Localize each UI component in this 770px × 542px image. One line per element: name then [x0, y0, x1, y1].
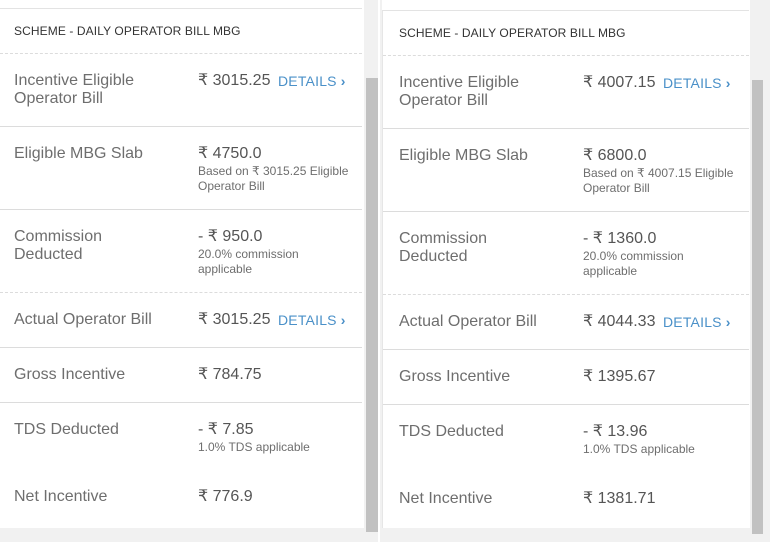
row-tds-deducted: TDS Deducted - ₹ 7.85 1.0% TDS applicabl… [0, 402, 362, 470]
row-amount: - ₹ 7.85 [198, 421, 254, 438]
row-label: Actual Operator Bill [399, 313, 537, 330]
scheme-title: SCHEME - DAILY OPERATOR BILL MBG [14, 24, 241, 38]
card-footer-strip [382, 528, 750, 542]
incentive-panel-right: SCHEME - DAILY OPERATOR BILL MBG Incenti… [382, 0, 770, 542]
chevron-right-icon: › [340, 312, 346, 328]
scrollbar-thumb[interactable] [366, 78, 378, 532]
scheme-card: SCHEME - DAILY OPERATOR BILL MBG Incenti… [382, 10, 749, 530]
scrollbar[interactable] [750, 0, 770, 542]
details-label: DETAILS [663, 75, 722, 91]
scheme-card: SCHEME - DAILY OPERATOR BILL MBG Incenti… [0, 8, 362, 528]
details-link[interactable]: DETAILS › [278, 73, 346, 89]
row-net-incentive: Net Incentive ₹ 1381.71 [383, 472, 749, 530]
row-label: Eligible MBG Slab [399, 147, 528, 164]
card-footer-strip [0, 528, 364, 542]
row-amount: ₹ 776.9 [198, 488, 253, 505]
row-gross-incentive: Gross Incentive ₹ 1395.67 [383, 349, 749, 404]
chevron-right-icon: › [725, 314, 731, 330]
row-amount: - ₹ 13.96 [583, 423, 648, 440]
row-amount: ₹ 6800.0 [583, 147, 647, 164]
details-label: DETAILS [278, 73, 337, 89]
row-amount: - ₹ 950.0 [198, 228, 263, 245]
details-link[interactable]: DETAILS › [663, 75, 731, 91]
row-amount: ₹ 4750.0 [198, 145, 262, 162]
row-tds-deducted: TDS Deducted - ₹ 13.96 1.0% TDS applicab… [383, 404, 749, 472]
row-note: 1.0% TDS applicable [198, 440, 310, 454]
row-note: 1.0% TDS applicable [583, 442, 695, 456]
row-eligible-mbg-slab: Eligible MBG Slab ₹ 6800.0 Based on ₹ 40… [383, 128, 749, 211]
scrollbar-thumb[interactable] [752, 80, 763, 534]
row-label: Gross Incentive [399, 368, 511, 385]
details-label: DETAILS [278, 312, 337, 328]
row-actual-operator-bill: Actual Operator Bill ₹ 4044.33 DETAILS › [383, 294, 749, 349]
row-incentive-eligible-operator-bill: Incentive Eligible Operator Bill ₹ 3015.… [0, 53, 362, 126]
row-label: Incentive Eligible Operator Bill [14, 72, 135, 107]
row-label: TDS Deducted [399, 423, 504, 440]
scheme-title: SCHEME - DAILY OPERATOR BILL MBG [399, 26, 626, 40]
details-label: DETAILS [663, 314, 722, 330]
row-incentive-eligible-operator-bill: Incentive Eligible Operator Bill ₹ 4007.… [383, 55, 749, 128]
row-label: Commission Deducted [14, 228, 103, 263]
row-label: TDS Deducted [14, 421, 119, 438]
row-net-incentive: Net Incentive ₹ 776.9 [0, 470, 362, 528]
row-actual-operator-bill: Actual Operator Bill ₹ 3015.25 DETAILS › [0, 292, 362, 347]
row-note: 20.0% commission applicable [583, 249, 684, 278]
row-note: Based on ₹ 3015.25 Eligible Operator Bil… [198, 164, 349, 193]
row-amount: - ₹ 1360.0 [583, 230, 657, 247]
scrollbar[interactable] [364, 0, 378, 542]
row-label: Actual Operator Bill [14, 311, 152, 328]
incentive-panel-left: SCHEME - DAILY OPERATOR BILL MBG Incenti… [0, 0, 380, 542]
row-gross-incentive: Gross Incentive ₹ 784.75 [0, 347, 362, 402]
details-link[interactable]: DETAILS › [663, 314, 731, 330]
row-label: Net Incentive [399, 490, 493, 507]
details-link[interactable]: DETAILS › [278, 312, 346, 328]
row-amount: ₹ 1395.67 [583, 368, 656, 385]
row-commission-deducted: Commission Deducted - ₹ 950.0 20.0% comm… [0, 209, 362, 292]
row-commission-deducted: Commission Deducted - ₹ 1360.0 20.0% com… [383, 211, 749, 294]
row-label: Commission Deducted [399, 230, 488, 265]
row-amount: ₹ 784.75 [198, 366, 262, 383]
row-amount: ₹ 1381.71 [583, 490, 656, 507]
row-eligible-mbg-slab: Eligible MBG Slab ₹ 4750.0 Based on ₹ 30… [0, 126, 362, 209]
row-label: Incentive Eligible Operator Bill [399, 74, 520, 109]
row-label: Eligible MBG Slab [14, 145, 143, 162]
row-note: Based on ₹ 4007.15 Eligible Operator Bil… [583, 166, 734, 195]
row-label: Gross Incentive [14, 366, 126, 383]
chevron-right-icon: › [725, 75, 731, 91]
chevron-right-icon: › [340, 73, 346, 89]
row-note: 20.0% commission applicable [198, 247, 299, 276]
row-label: Net Incentive [14, 488, 108, 505]
